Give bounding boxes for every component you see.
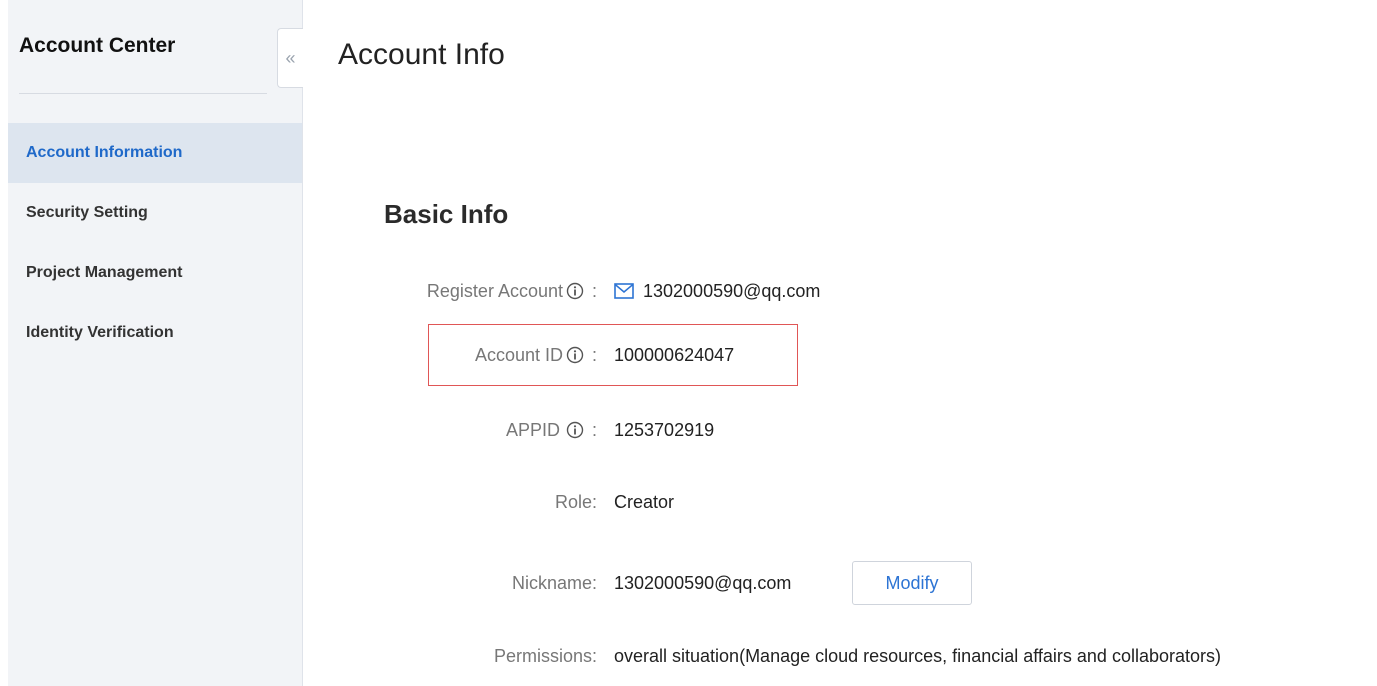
- field-label-role: Role:: [555, 492, 597, 513]
- sidebar-nav: Account Information Security Setting Pro…: [8, 123, 302, 363]
- register-account-value: 1302000590@qq.com: [643, 280, 821, 301]
- account-id-value: 100000624047: [614, 344, 735, 365]
- role-value: Creator: [614, 491, 675, 512]
- nickname-value: 1302000590@qq.com: [614, 572, 792, 593]
- field-label-text: Role:: [554, 491, 597, 512]
- field-row-appid: APPID : 1253702919: [0, 414, 1377, 446]
- modify-nickname-button[interactable]: Modify: [852, 561, 972, 605]
- field-row-permissions: Permissions: overall situation(Manage cl…: [0, 640, 1377, 672]
- field-separator: :: [591, 344, 597, 365]
- field-label-text: Permissions:: [493, 645, 597, 666]
- field-value-permissions: overall situation(Manage cloud resources…: [614, 646, 1221, 667]
- field-label-nickname: Nickname:: [512, 573, 597, 594]
- sidebar-item-account-information[interactable]: Account Information: [8, 123, 302, 183]
- info-icon[interactable]: [566, 282, 584, 300]
- field-value-nickname: 1302000590@qq.com: [614, 573, 791, 594]
- field-label-account-id: Account ID :: [475, 345, 597, 366]
- field-label-text: Account ID: [474, 344, 563, 365]
- field-value-appid: 1253702919: [614, 420, 714, 441]
- sidebar-item-label: Account Information: [26, 144, 183, 161]
- sidebar-divider: [19, 93, 267, 94]
- sidebar-item-label: Security Setting: [26, 204, 148, 221]
- field-label-text: Nickname:: [511, 572, 597, 593]
- permissions-value: overall situation(Manage cloud resources…: [614, 645, 1221, 666]
- double-chevron-left-icon: «: [285, 48, 296, 68]
- field-row-register-account: Register Account : 1302000590@qq.com: [0, 275, 1377, 307]
- info-icon[interactable]: [566, 421, 584, 439]
- field-value-register-account: 1302000590@qq.com: [614, 281, 820, 302]
- field-label-permissions: Permissions:: [494, 646, 597, 667]
- section-title-basic-info: Basic Info: [384, 199, 509, 229]
- account-center-page: Account Center Account Information Secur…: [0, 0, 1377, 686]
- field-separator: :: [591, 419, 597, 440]
- field-value-role: Creator: [614, 492, 674, 513]
- sidebar-item-security-setting[interactable]: Security Setting: [8, 183, 302, 243]
- mail-icon: [614, 283, 634, 299]
- info-icon[interactable]: [566, 346, 584, 364]
- field-row-nickname: Nickname: 1302000590@qq.com: [0, 567, 1377, 599]
- appid-value: 1253702919: [614, 419, 715, 440]
- field-separator: :: [591, 280, 597, 301]
- field-label-text: APPID: [505, 419, 560, 440]
- field-label-appid: APPID :: [506, 420, 597, 441]
- field-label-register-account: Register Account :: [427, 281, 597, 302]
- sidebar-collapse-button[interactable]: «: [277, 28, 303, 88]
- field-row-role: Role: Creator: [0, 486, 1377, 518]
- field-row-account-id: Account ID : 100000624047: [0, 339, 1377, 371]
- field-label-text: Register Account: [426, 280, 563, 301]
- sidebar-title: Account Center: [19, 34, 176, 57]
- page-title: Account Info: [338, 38, 505, 71]
- field-value-account-id: 100000624047: [614, 345, 734, 366]
